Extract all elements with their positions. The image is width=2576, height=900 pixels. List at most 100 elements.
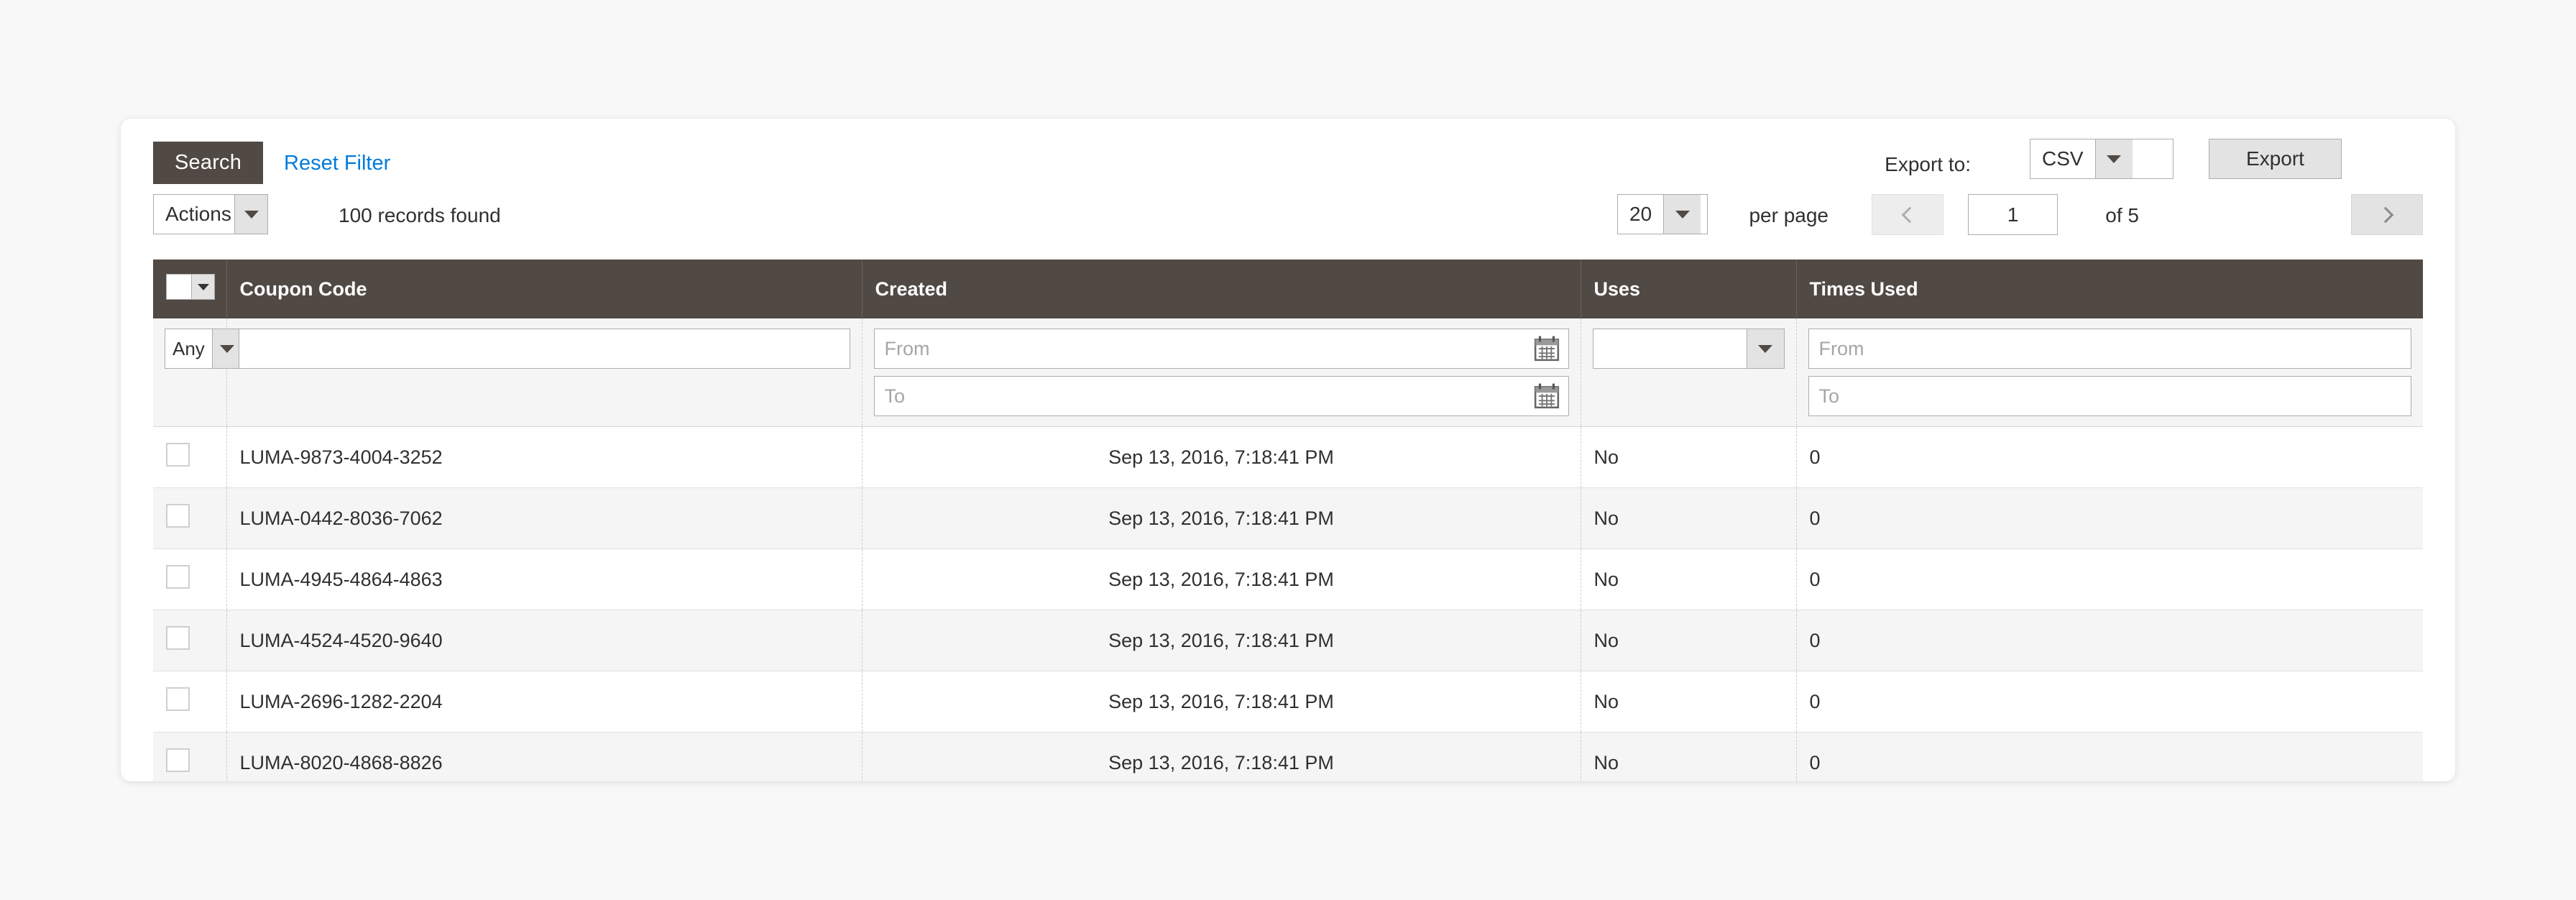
uses-filter-value	[1593, 329, 1747, 368]
chevron-down-icon	[1746, 329, 1784, 368]
per-page-value: 20	[1629, 203, 1652, 225]
column-header-times-used[interactable]: Times Used	[1796, 260, 2423, 318]
reset-filter-link[interactable]: Reset Filter	[284, 152, 390, 175]
export-to-label: Export to:	[1885, 153, 1971, 175]
actions-value: Actions	[165, 203, 231, 225]
page-background: Search Reset Filter Export to: CSV Expor…	[0, 0, 2576, 900]
created-to-input[interactable]	[873, 376, 1569, 416]
calendar-icon[interactable]	[1533, 382, 1560, 410]
cell-coupon-code: LUMA-4945-4864-4863	[226, 548, 862, 610]
cell-times-used: 0	[1796, 671, 2423, 733]
row-select-cell	[153, 426, 227, 488]
chevron-right-icon	[2377, 206, 2393, 223]
column-header-coupon-code[interactable]: Coupon Code	[226, 260, 862, 318]
cell-coupon-code: LUMA-2696-1282-2204	[226, 671, 862, 733]
page-number-input[interactable]	[1968, 194, 2058, 235]
filter-row: Any	[153, 318, 2423, 427]
cell-created: Sep 13, 2016, 7:18:41 PM	[862, 671, 1581, 733]
select-all-dropdown[interactable]	[166, 274, 215, 300]
cell-times-used: 0	[1796, 548, 2423, 610]
cell-times-used: 0	[1796, 610, 2423, 671]
filter-cell-created	[862, 318, 1581, 427]
row-select-cell	[153, 610, 227, 671]
cell-created: Sep 13, 2016, 7:18:41 PM	[862, 487, 1581, 549]
coupon-codes-panel: Search Reset Filter Export to: CSV Expor…	[121, 119, 2455, 781]
cell-coupon-code: LUMA-8020-4868-8826	[226, 732, 862, 781]
calendar-icon[interactable]	[1533, 335, 1560, 362]
table-header: Coupon Code Created Uses Times Used	[153, 260, 2423, 318]
toolbar-secondary: Actions 100 records found 20 per page of…	[121, 183, 2455, 248]
cell-created: Sep 13, 2016, 7:18:41 PM	[862, 426, 1581, 488]
select-all-checkbox[interactable]	[167, 275, 191, 299]
column-header-uses[interactable]: Uses	[1581, 260, 1797, 318]
code-match-select[interactable]: Any	[165, 329, 249, 369]
filter-cell-match: Any	[153, 318, 249, 427]
row-select-cell	[153, 732, 227, 781]
cell-created: Sep 13, 2016, 7:18:41 PM	[862, 732, 1581, 781]
cell-created: Sep 13, 2016, 7:18:41 PM	[862, 548, 1581, 610]
row-checkbox[interactable]	[166, 748, 190, 772]
row-checkbox[interactable]	[166, 443, 190, 467]
records-found-label: 100 records found	[339, 204, 501, 226]
actions-select[interactable]: Actions	[153, 194, 268, 234]
created-from-input[interactable]	[873, 329, 1569, 369]
cell-uses: No	[1581, 610, 1797, 671]
cell-times-used: 0	[1796, 426, 2423, 488]
cell-uses: No	[1581, 426, 1797, 488]
cell-uses: No	[1581, 671, 1797, 733]
coupon-code-filter-input[interactable]	[238, 329, 850, 369]
code-match-value: Any	[172, 337, 205, 359]
row-checkbox[interactable]	[166, 504, 190, 528]
filter-cell-times-used	[1796, 318, 2423, 427]
row-checkbox[interactable]	[166, 626, 190, 650]
cell-uses: No	[1581, 732, 1797, 781]
row-select-cell	[153, 548, 227, 610]
cell-created: Sep 13, 2016, 7:18:41 PM	[862, 610, 1581, 671]
cell-coupon-code: LUMA-0442-8036-7062	[226, 487, 862, 549]
table-row[interactable]: LUMA-4524-4520-9640 Sep 13, 2016, 7:18:4…	[153, 610, 2423, 671]
created-to-wrapper	[873, 376, 1569, 416]
table-row[interactable]: LUMA-4945-4864-4863 Sep 13, 2016, 7:18:4…	[153, 548, 2423, 610]
cell-uses: No	[1581, 548, 1797, 610]
table-row[interactable]: LUMA-9873-4004-3252 Sep 13, 2016, 7:18:4…	[153, 426, 2423, 488]
row-checkbox[interactable]	[166, 687, 190, 711]
created-from-wrapper	[873, 329, 1569, 369]
times-used-to-input[interactable]	[1808, 376, 2411, 416]
select-all-header	[153, 260, 227, 318]
cell-uses: No	[1581, 487, 1797, 549]
table-row[interactable]: LUMA-8020-4868-8826 Sep 13, 2016, 7:18:4…	[153, 732, 2423, 781]
times-used-from-input[interactable]	[1808, 329, 2411, 369]
row-checkbox[interactable]	[166, 565, 190, 589]
export-format-value: CSV	[2042, 147, 2084, 170]
uses-filter-select[interactable]	[1592, 329, 1785, 369]
search-button[interactable]: Search	[153, 142, 264, 184]
per-page-label: per page	[1749, 204, 1828, 226]
export-format-select[interactable]: CSV	[2030, 139, 2174, 179]
times-used-to-wrapper	[1808, 376, 2411, 416]
previous-page-button[interactable]	[1872, 194, 1944, 235]
chevron-left-icon	[1901, 206, 1918, 223]
cell-times-used: 0	[1796, 732, 2423, 781]
export-button[interactable]: Export	[2209, 139, 2342, 179]
cell-times-used: 0	[1796, 487, 2423, 549]
coupon-codes-table: Coupon Code Created Uses Times Used Any	[153, 260, 2423, 781]
table-row[interactable]: LUMA-0442-8036-7062 Sep 13, 2016, 7:18:4…	[153, 487, 2423, 549]
toolbar-primary: Search Reset Filter Export to: CSV Expor…	[121, 119, 2455, 184]
chevron-down-icon	[1663, 195, 1701, 234]
cell-coupon-code: LUMA-4524-4520-9640	[226, 610, 862, 671]
filter-cell-uses	[1581, 318, 1797, 427]
chevron-down-icon	[2094, 139, 2133, 178]
chevron-down-icon	[234, 195, 267, 234]
cell-coupon-code: LUMA-9873-4004-3252	[226, 426, 862, 488]
filter-cell-coupon-code	[226, 318, 862, 427]
row-select-cell	[153, 671, 227, 733]
column-header-created[interactable]: Created	[862, 260, 1581, 318]
table-row[interactable]: LUMA-2696-1282-2204 Sep 13, 2016, 7:18:4…	[153, 671, 2423, 733]
next-page-button[interactable]	[2351, 194, 2423, 235]
times-used-from-wrapper	[1808, 329, 2411, 369]
chevron-down-icon[interactable]	[191, 275, 214, 299]
total-pages-label: of 5	[2105, 204, 2139, 226]
chevron-down-icon	[211, 329, 242, 368]
row-select-cell	[153, 487, 227, 549]
per-page-select[interactable]: 20	[1617, 194, 1708, 234]
